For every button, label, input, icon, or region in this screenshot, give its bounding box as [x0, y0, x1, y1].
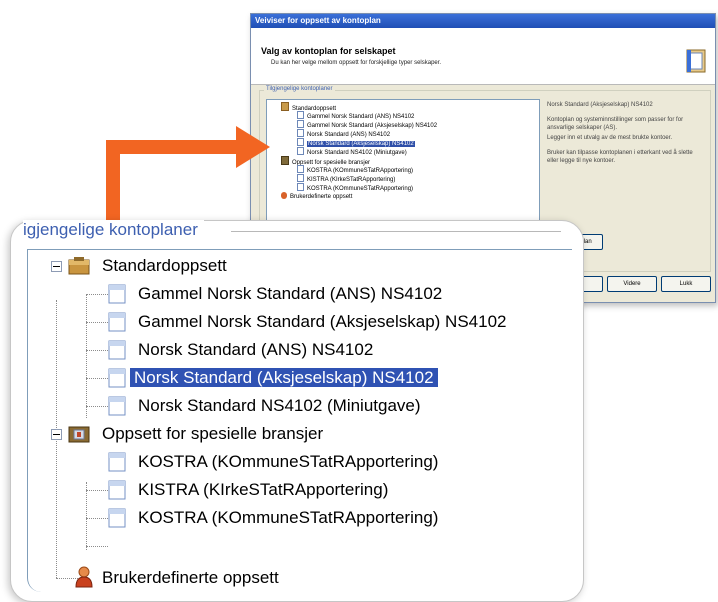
document-icon [108, 452, 126, 472]
tree-connector [86, 378, 108, 379]
tree-node-brukerdefinerte[interactable]: Brukerdefinerte oppsett [98, 567, 283, 589]
document-icon [108, 508, 126, 528]
tree-connector [86, 406, 108, 407]
tree-item[interactable]: Norsk Standard NS4102 (Miniutgave) [134, 395, 425, 417]
document-icon [108, 284, 126, 304]
tree-connector [86, 322, 108, 323]
tree-item[interactable]: KOSTRA (KOmmuneSTatRApportering) [134, 507, 442, 529]
collapse-toggle[interactable] [51, 261, 62, 272]
folder-icon [68, 257, 90, 275]
tree-connector [86, 546, 108, 547]
document-icon [108, 340, 126, 360]
collapse-toggle[interactable] [51, 429, 62, 440]
document-icon [108, 312, 126, 332]
tree-item[interactable]: KOSTRA (KOmmuneSTatRApportering) [134, 451, 442, 473]
tree-connector [86, 294, 87, 418]
document-icon [108, 396, 126, 416]
tree-item[interactable]: Gammel Norsk Standard (ANS) NS4102 [134, 283, 446, 305]
document-icon [108, 480, 126, 500]
tree-item-selected[interactable]: Norsk Standard (Aksjeselskap) NS4102 [130, 367, 438, 389]
tree-item[interactable]: Gammel Norsk Standard (Aksjeselskap) NS4… [134, 311, 510, 333]
tree-connector [86, 490, 108, 491]
tree-connector [86, 294, 108, 295]
zoomed-plan-panel: igjengelige kontoplaner Standardoppsett … [10, 220, 584, 602]
folder-icon [68, 426, 90, 443]
user-icon [75, 566, 93, 588]
zoom-group-label: igjengelige kontoplaner [23, 220, 204, 240]
tree-item[interactable]: KISTRA (KIrkeSTatRApportering) [134, 479, 392, 501]
tree-node-bransjer[interactable]: Oppsett for spesielle bransjer [98, 423, 327, 445]
tree-connector [86, 350, 108, 351]
tree-connector [86, 482, 87, 550]
document-icon [108, 368, 126, 388]
tree-item[interactable]: Norsk Standard (ANS) NS4102 [134, 339, 377, 361]
tree-connector [86, 518, 108, 519]
group-border [231, 231, 561, 232]
tree-node-standardoppsett[interactable]: Standardoppsett [98, 255, 231, 277]
plan-tree[interactable]: Standardoppsett Gammel Norsk Standard (A… [27, 249, 572, 592]
